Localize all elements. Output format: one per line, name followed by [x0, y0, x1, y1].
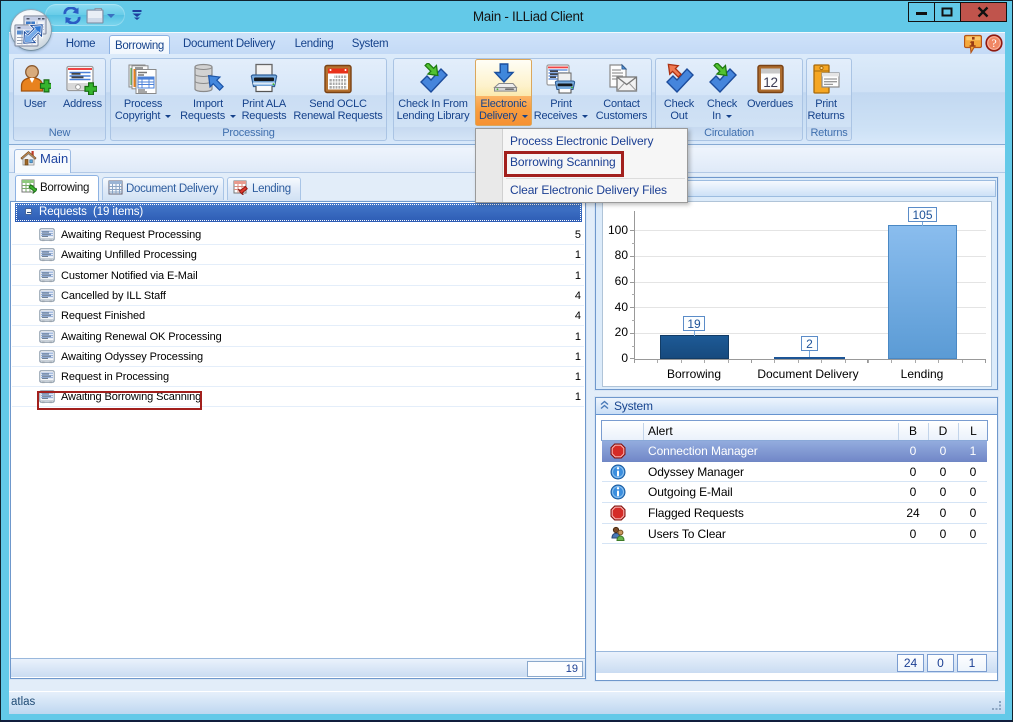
- svg-text:?: ?: [991, 36, 996, 50]
- svg-text:12: 12: [763, 75, 778, 90]
